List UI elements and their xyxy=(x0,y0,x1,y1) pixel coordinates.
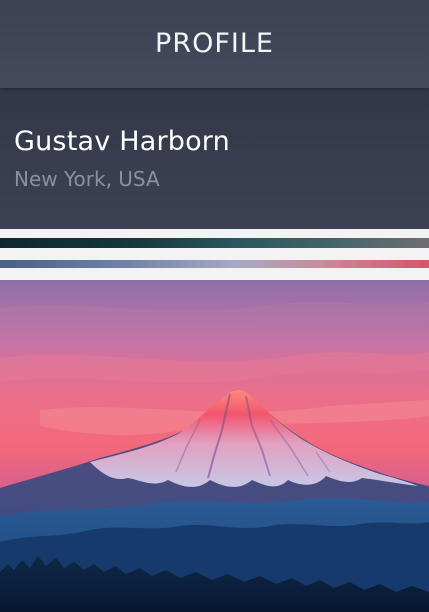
image-thumbnail-strips xyxy=(0,229,429,280)
thumbnail-strip-dark[interactable] xyxy=(0,238,429,248)
profile-screen: PROFILE Gustav Harborn New York, USA xyxy=(0,0,429,612)
mountain-landscape-image xyxy=(0,280,429,612)
top-bar: PROFILE xyxy=(0,0,429,88)
cover-photo-mountain[interactable] xyxy=(0,280,429,612)
profile-location: New York, USA xyxy=(14,167,160,191)
page-title: PROFILE xyxy=(155,27,274,59)
profile-name: Gustav Harborn xyxy=(14,126,230,157)
profile-card[interactable]: Gustav Harborn New York, USA xyxy=(0,88,429,229)
thumbnail-strip-sunset[interactable] xyxy=(0,260,429,268)
